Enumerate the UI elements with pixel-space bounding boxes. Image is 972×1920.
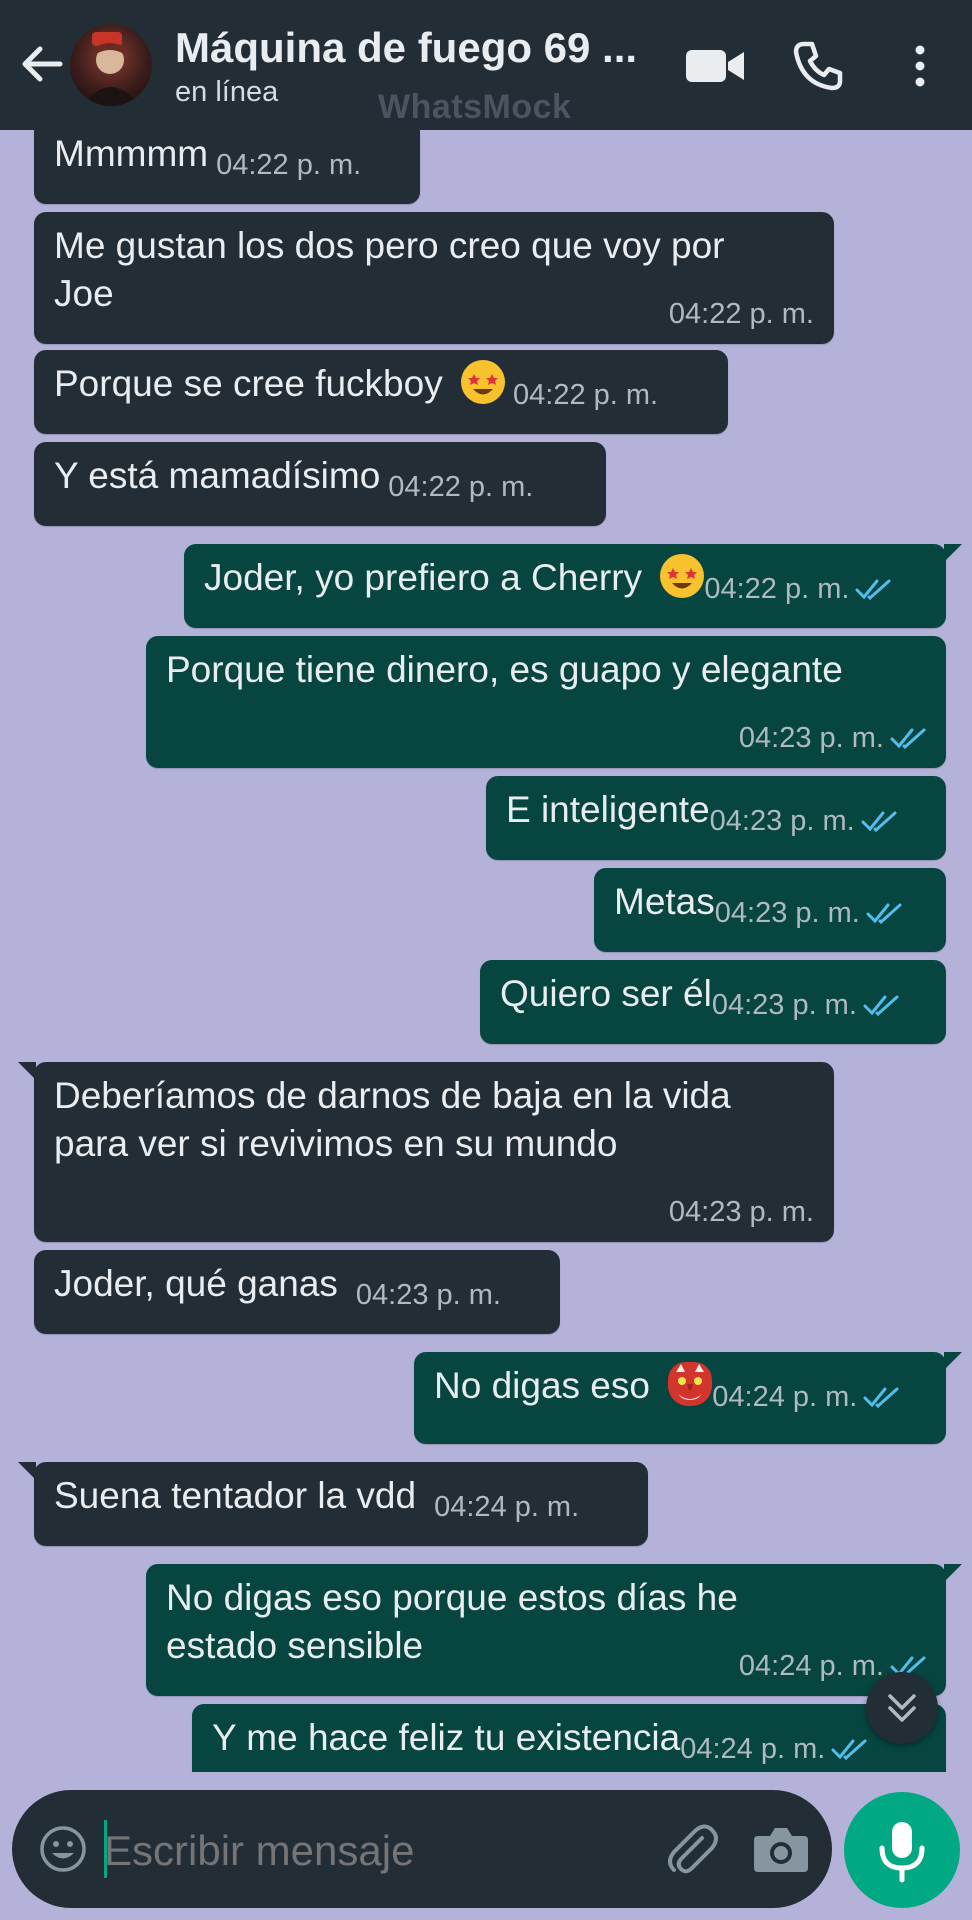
- read-receipt-icon: [861, 811, 897, 832]
- read-receipt-icon: [863, 995, 899, 1016]
- avatar-image: [82, 32, 140, 106]
- time-text: 04:24 p. m.: [738, 1650, 884, 1682]
- watermark: WhatsMock: [378, 88, 572, 126]
- contact-avatar[interactable]: [70, 24, 152, 106]
- message-time: 04:22 p. m.: [704, 571, 891, 607]
- message-incoming[interactable]: Me gustan los dos pero creo que voy por …: [34, 212, 834, 344]
- message-outgoing[interactable]: E inteligente04:23 p. m.: [486, 776, 946, 860]
- message-text: Porque tiene dinero, es guapo y elegante: [166, 649, 843, 690]
- star-struck-emoji: [461, 360, 505, 404]
- message-incoming[interactable]: Y está mamadísimo 04:22 p. m.: [34, 442, 606, 526]
- message-incoming[interactable]: Suena tentador la vdd 04:24 p. m.: [18, 1462, 648, 1546]
- message-time: 04:22 p. m.: [216, 149, 362, 181]
- message-time: 04:23 p. m.: [710, 803, 897, 839]
- star-struck-emoji: [660, 554, 705, 598]
- message-outgoing[interactable]: No digas eso porque estos días he estado…: [146, 1564, 962, 1696]
- more-vertical-icon[interactable]: [900, 38, 940, 94]
- message-outgoing[interactable]: Quiero ser él04:23 p. m.: [480, 960, 946, 1044]
- goblin-mask-emoji: [668, 1362, 713, 1406]
- voice-message-button[interactable]: [844, 1792, 960, 1908]
- chat-header: Máquina de fuego 69 ... en línea WhatsMo…: [0, 0, 972, 130]
- time-text: 04:24 p. m.: [680, 1733, 826, 1765]
- video-camera-icon[interactable]: [684, 38, 746, 94]
- message-time: 04:23 p. m.: [668, 1196, 814, 1228]
- message-time: 04:24 p. m.: [434, 1491, 580, 1523]
- message-outgoing[interactable]: Joder, yo prefiero a Cherry 04:22 p. m.: [184, 544, 962, 628]
- back-arrow-icon[interactable]: [14, 36, 70, 92]
- message-time: 04:23 p. m.: [355, 1279, 501, 1311]
- read-receipt-icon: [831, 1739, 867, 1760]
- message-text: Joder, qué ganas: [54, 1263, 338, 1304]
- message-text: Deberíamos de darnos de baja en la vida …: [54, 1075, 731, 1164]
- double-chevron-down-icon: [888, 1694, 916, 1722]
- time-text: 04:23 p. m.: [709, 805, 855, 837]
- time-text: 04:24 p. m.: [712, 1381, 858, 1413]
- message-list[interactable]: Mmmmm 04:22 p. m. Me gustan los dos pero …: [0, 130, 972, 1772]
- time-text: 04:23 p. m.: [711, 989, 857, 1021]
- message-outgoing[interactable]: Metas04:23 p. m.: [594, 868, 946, 952]
- message-incoming[interactable]: Joder, qué ganas 04:23 p. m.: [34, 1250, 560, 1334]
- contact-name[interactable]: Máquina de fuego 69 ...: [175, 24, 645, 72]
- message-text: No digas eso: [434, 1365, 650, 1406]
- read-receipt-icon: [890, 728, 926, 749]
- message-outgoing[interactable]: Y me hace feliz tu existencia04:24 p. m.: [192, 1704, 946, 1772]
- smiley-icon[interactable]: [38, 1824, 88, 1874]
- message-text: Porque se cree fuckboy: [54, 363, 443, 404]
- phone-icon[interactable]: [790, 38, 846, 94]
- message-text: E inteligente: [506, 789, 710, 830]
- time-text: 04:22 p. m.: [704, 573, 850, 605]
- message-outgoing[interactable]: No digas eso 04:24 p. m.: [414, 1352, 962, 1444]
- message-time: 04:23 p. m.: [715, 895, 902, 931]
- message-time: 04:22 p. m.: [513, 379, 659, 411]
- read-receipt-icon: [855, 579, 891, 600]
- message-time: 04:22 p. m.: [388, 471, 534, 503]
- message-incoming[interactable]: Mmmmm 04:22 p. m.: [34, 130, 420, 204]
- message-text: Y me hace feliz tu existencia: [212, 1717, 681, 1758]
- time-text: 04:23 p. m.: [738, 722, 884, 754]
- contact-status: en línea: [175, 76, 279, 108]
- message-time: 04:23 p. m.: [712, 987, 899, 1023]
- message-time: 04:22 p. m.: [668, 298, 814, 330]
- message-incoming[interactable]: Porque se cree fuckboy 04:22 p. m.: [34, 350, 728, 434]
- scroll-to-bottom-button[interactable]: [866, 1672, 938, 1744]
- camera-icon[interactable]: [752, 1822, 810, 1876]
- message-time: 04:23 p. m.: [739, 720, 926, 756]
- microphone-icon: [879, 1822, 925, 1883]
- message-text: Joder, yo prefiero a Cherry: [204, 557, 643, 598]
- message-text: Mmmmm: [54, 133, 209, 174]
- read-receipt-icon: [866, 903, 902, 924]
- message-time: 04:24 p. m.: [712, 1379, 899, 1415]
- message-text: Suena tentador la vdd: [54, 1475, 417, 1516]
- message-incoming[interactable]: Deberíamos de darnos de baja en la vida …: [18, 1062, 834, 1242]
- message-time: 04:24 p. m.: [680, 1731, 867, 1767]
- message-text: Y está mamadísimo: [54, 455, 381, 496]
- message-composer: [12, 1790, 832, 1908]
- message-outgoing[interactable]: Porque tiene dinero, es guapo y elegante…: [146, 636, 946, 768]
- time-text: 04:23 p. m.: [714, 897, 860, 929]
- read-receipt-icon: [863, 1387, 899, 1408]
- message-text: Quiero ser él: [500, 973, 712, 1014]
- message-input[interactable]: [104, 1824, 564, 1878]
- message-text: Metas: [614, 881, 715, 922]
- message-text: No digas eso porque estos días he estado…: [166, 1577, 738, 1666]
- paperclip-icon[interactable]: [662, 1820, 720, 1878]
